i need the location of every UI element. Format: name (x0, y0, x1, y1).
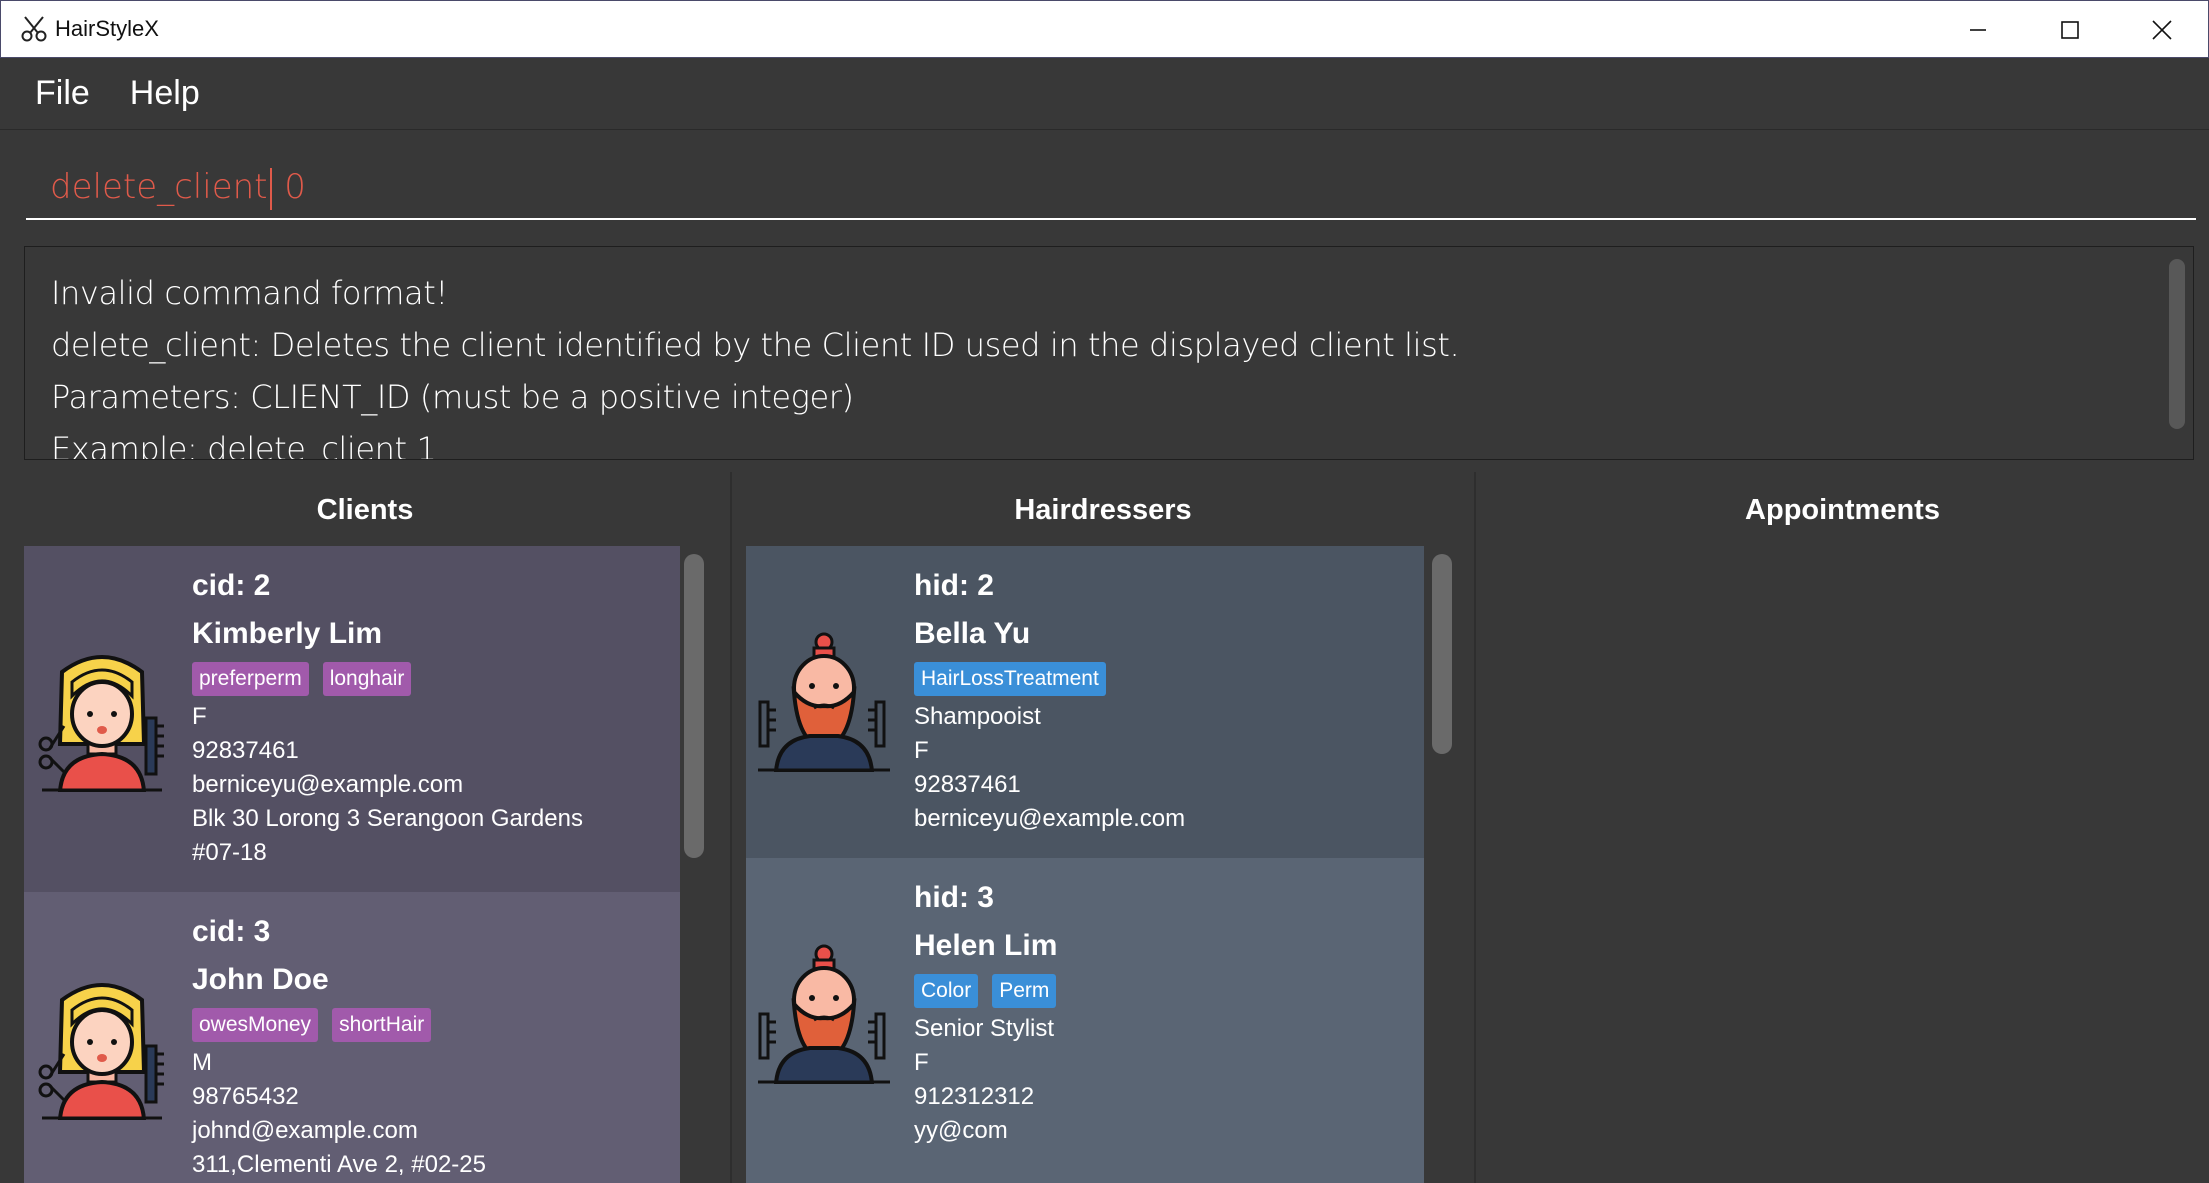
minimize-button[interactable] (1932, 1, 2024, 59)
woman-stylist-avatar-icon (32, 652, 172, 794)
client-phone: 98765432 (192, 1083, 299, 1110)
client-name: John Doe (192, 963, 329, 996)
woman-stylist-avatar-icon (32, 980, 172, 1122)
client-tags: owesMoney shortHair (192, 1008, 486, 1042)
client-list[interactable]: cid: 2 Kimberly Lim preferperm longhair … (24, 546, 680, 1183)
bearded-barber-avatar-icon (754, 632, 894, 774)
maximize-button[interactable] (2024, 1, 2116, 59)
client-address: Blk 30 Lorong 3 Serangoon Gardens (192, 805, 583, 832)
appointments-panel: Appointments (1474, 472, 2209, 1183)
hairdresser-gender: F (914, 1049, 929, 1076)
hairdresser-details: hid: 2 Bella Yu HairLossTreatment Shampo… (914, 564, 1185, 836)
menu-bar: File Help (0, 58, 2209, 130)
hairdressers-title: Hairdressers (1014, 494, 1192, 526)
client-tag: preferperm (192, 662, 309, 696)
client-email: berniceyu@example.com (192, 771, 464, 798)
appointments-title: Appointments (1745, 494, 1940, 526)
command-input[interactable]: delete_client 0 (26, 154, 2196, 220)
client-phone: 92837461 (192, 737, 299, 764)
title-bar: HairStyleX (0, 0, 2209, 58)
menu-file[interactable]: File (35, 74, 90, 113)
client-tags: preferperm longhair (192, 662, 583, 696)
client-gender: M (192, 1049, 212, 1076)
client-list-scrollbar[interactable] (684, 554, 704, 858)
hairdresser-card[interactable]: hid: 2 Bella Yu HairLossTreatment Shampo… (746, 546, 1424, 858)
minimize-icon (1970, 29, 1986, 31)
hairdresser-email: berniceyu@example.com (914, 805, 1186, 832)
appointment-list[interactable] (1490, 546, 2190, 1183)
hairdresser-gender: F (914, 737, 929, 764)
client-tag: longhair (322, 662, 412, 696)
result-line: delete_client: Deletes the client identi… (51, 326, 1460, 364)
close-icon (2152, 20, 2172, 40)
result-line: Example: delete_client 1 (51, 430, 437, 460)
hairdresser-name: Helen Lim (914, 929, 1058, 962)
client-name: Kimberly Lim (192, 617, 383, 650)
result-scrollbar[interactable] (2169, 259, 2185, 429)
result-display[interactable]: Invalid command format! delete_client: D… (24, 246, 2194, 460)
client-email: johnd@example.com (192, 1117, 418, 1144)
maximize-icon (2061, 21, 2079, 39)
close-button[interactable] (2116, 1, 2208, 59)
scissors-icon (19, 14, 49, 44)
hairdresser-tags: HairLossTreatment (914, 662, 1185, 696)
client-details: cid: 3 John Doe owesMoney shortHair M 98… (192, 910, 486, 1182)
command-text-tail: 0 (273, 167, 306, 207)
text-caret (269, 167, 272, 210)
clients-panel: Clients cid: 2 Kimberly Lim preferperm l… (0, 472, 730, 1183)
command-text: delete_client (50, 167, 268, 207)
hairdresser-phone: 912312312 (914, 1083, 1035, 1110)
hairdresser-tag: Perm (992, 974, 1057, 1008)
window-title: HairStyleX (55, 16, 159, 41)
client-card[interactable]: cid: 2 Kimberly Lim preferperm longhair … (24, 546, 680, 892)
hairdresser-id: hid: 3 (914, 881, 994, 914)
hairdresser-title: Shampooist (914, 703, 1041, 730)
client-details: cid: 2 Kimberly Lim preferperm longhair … (192, 564, 583, 870)
result-area: Invalid command format! delete_client: D… (0, 234, 2209, 470)
result-line: Parameters: CLIENT_ID (must be a positiv… (51, 378, 854, 416)
hairdresser-title: Senior Stylist (914, 1015, 1055, 1042)
hairdresser-list-scrollbar[interactable] (1432, 554, 1452, 754)
hairdresser-id: hid: 2 (914, 569, 994, 602)
client-tag: owesMoney (192, 1008, 319, 1042)
client-address: #07-18 (192, 839, 267, 866)
hairdresser-phone: 92837461 (914, 771, 1021, 798)
lists-area: Clients cid: 2 Kimberly Lim preferperm l… (0, 472, 2209, 1183)
client-gender: F (192, 703, 207, 730)
hairdresser-card[interactable]: hid: 3 Helen Lim Color Perm Senior Styli… (746, 858, 1424, 1183)
hairdresser-name: Bella Yu (914, 617, 1031, 650)
hairdresser-tag: HairLossTreatment (914, 662, 1106, 696)
hairdresser-tags: Color Perm (914, 974, 1057, 1008)
hairdresser-list[interactable]: hid: 2 Bella Yu HairLossTreatment Shampo… (746, 546, 1424, 1183)
hairdressers-panel: Hairdressers hid: 2 Bella Yu HairLossTre… (730, 472, 1474, 1183)
client-card[interactable]: cid: 3 John Doe owesMoney shortHair M 98… (24, 892, 680, 1183)
bearded-barber-avatar-icon (754, 944, 894, 1086)
client-id: cid: 2 (192, 569, 271, 602)
hairdresser-email: yy@com (914, 1117, 1008, 1144)
clients-title: Clients (316, 494, 414, 526)
client-address: 311,Clementi Ave 2, #02-25 (192, 1151, 486, 1178)
command-area: delete_client 0 (0, 130, 2209, 234)
result-line: Invalid command format! (51, 274, 448, 312)
client-id: cid: 3 (192, 915, 271, 948)
hairdresser-details: hid: 3 Helen Lim Color Perm Senior Styli… (914, 876, 1057, 1148)
hairdresser-tag: Color (914, 974, 979, 1008)
menu-help[interactable]: Help (130, 74, 200, 113)
client-tag: shortHair (332, 1008, 432, 1042)
